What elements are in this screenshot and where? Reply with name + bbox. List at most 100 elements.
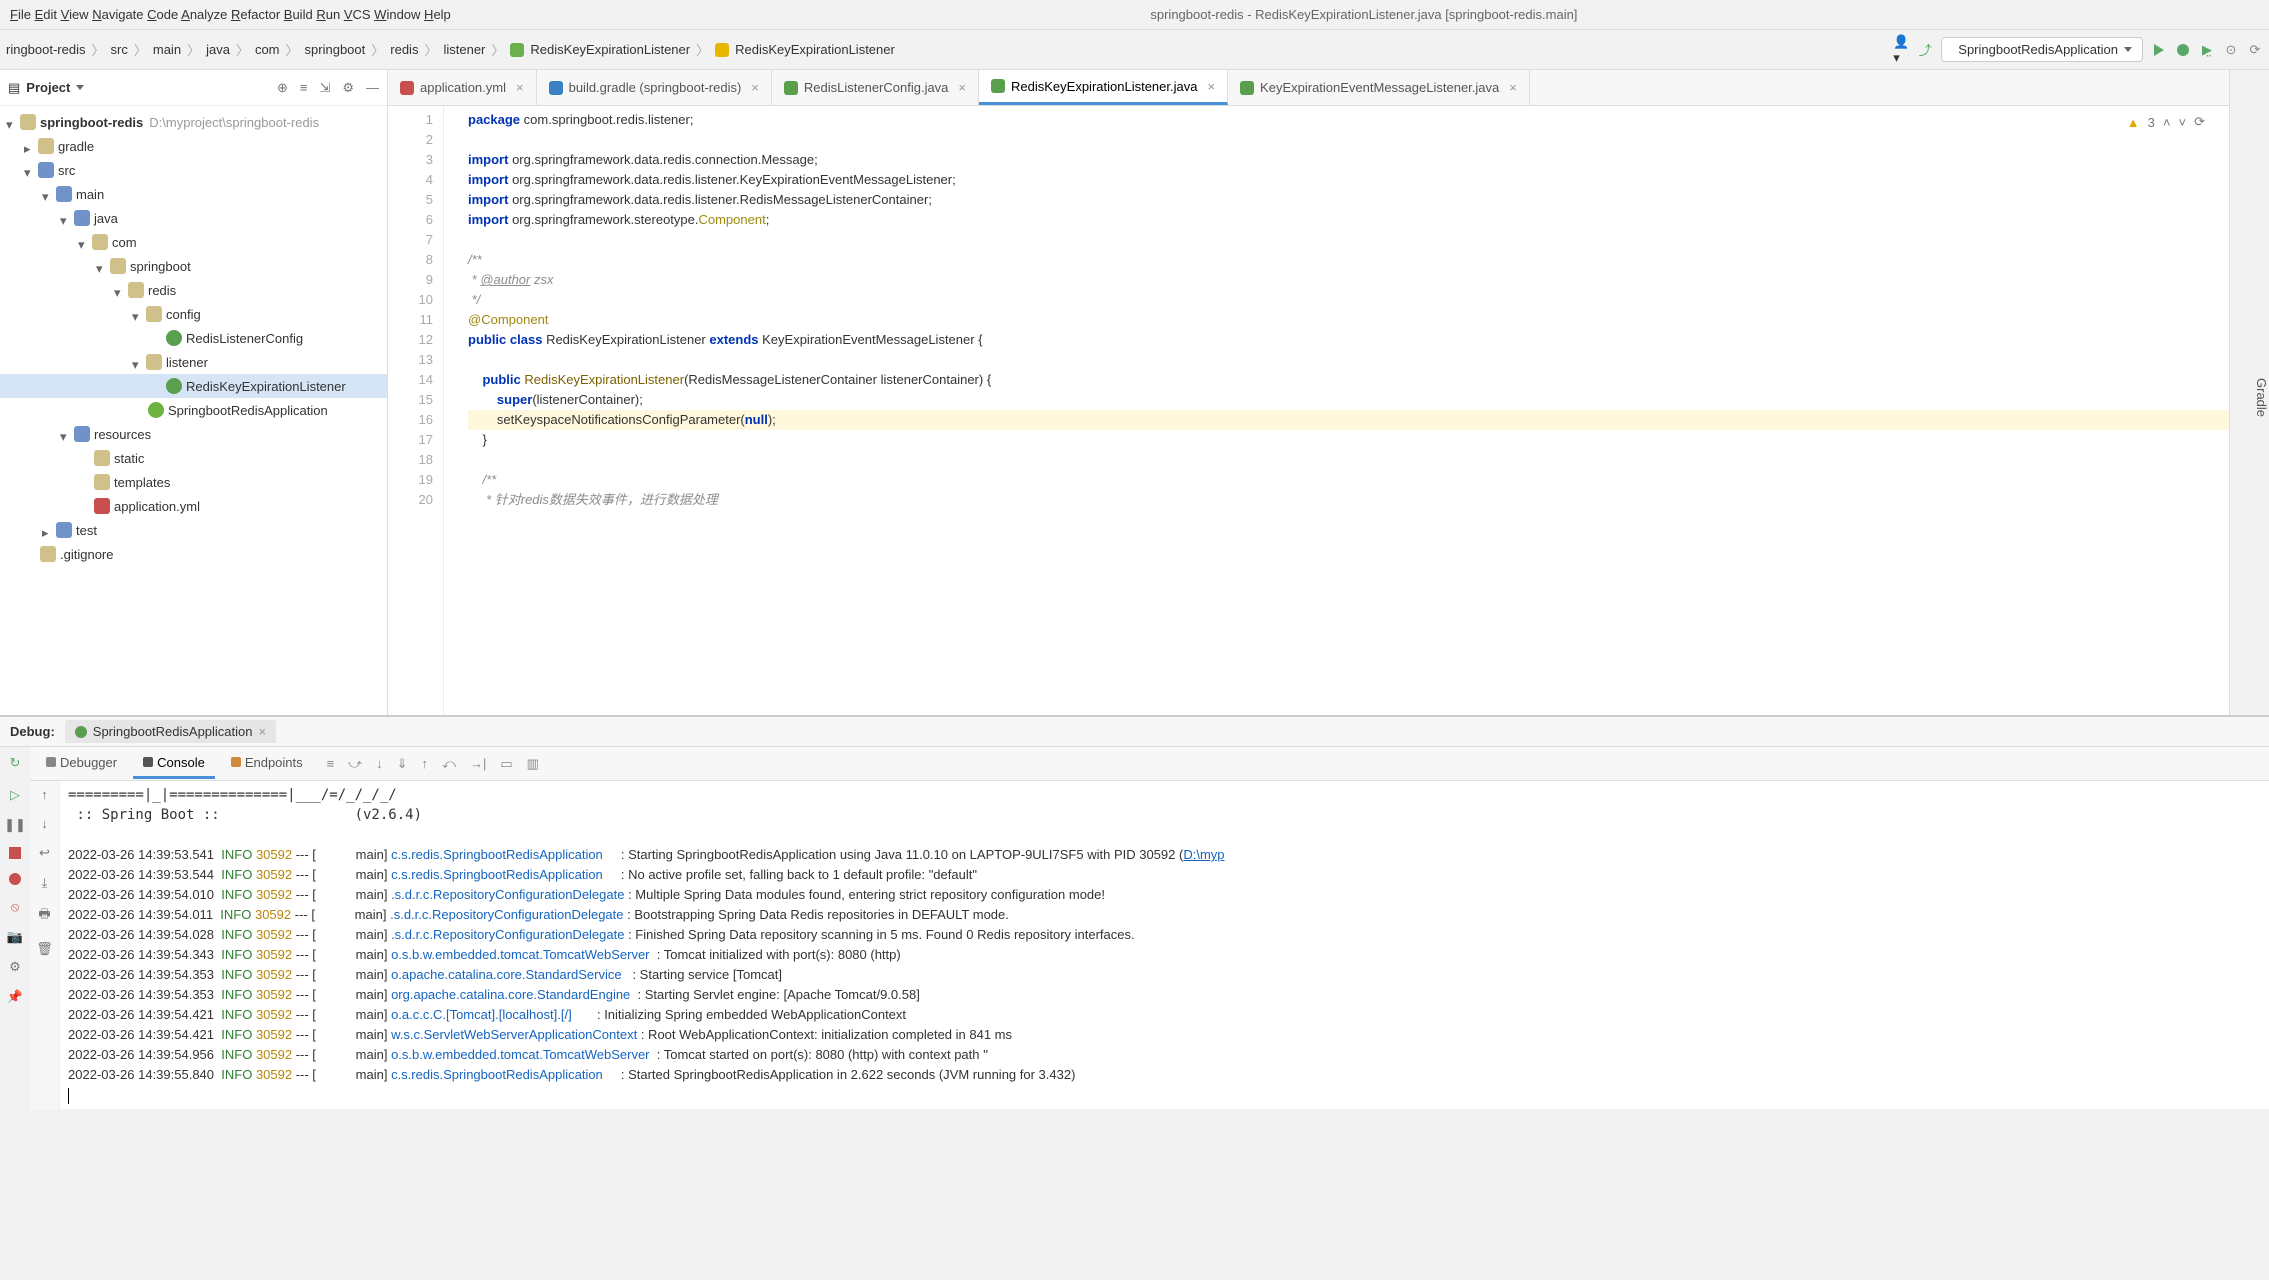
stop-icon[interactable] <box>9 847 21 859</box>
gear-icon[interactable]: ⚙ <box>342 80 354 96</box>
menu-navigate[interactable]: Navigate <box>92 7 143 22</box>
editor-tab[interactable]: RedisListenerConfig.java× <box>772 70 979 105</box>
crumb-part[interactable]: RedisKeyExpirationListener <box>530 42 690 57</box>
crumb-part[interactable]: RedisKeyExpirationListener <box>735 42 895 57</box>
close-icon[interactable]: × <box>1509 80 1517 95</box>
hide-icon[interactable]: — <box>366 80 379 96</box>
breakpoints-icon[interactable] <box>9 873 21 885</box>
crumb-part[interactable]: ringboot-redis <box>6 42 86 57</box>
tree-node[interactable]: listener <box>0 350 387 374</box>
crumb-part[interactable]: java <box>206 42 230 57</box>
up-icon[interactable]: ↑ <box>41 787 48 802</box>
chevron-icon[interactable] <box>114 285 124 295</box>
chevron-icon[interactable] <box>24 165 34 175</box>
chevron-icon[interactable] <box>60 213 70 223</box>
gear-icon[interactable]: ⚙ <box>9 959 21 975</box>
mute-breakpoints-icon[interactable]: ⦸ <box>11 899 19 915</box>
menu-edit[interactable]: Edit <box>35 7 57 22</box>
editor-tab[interactable]: build.gradle (springboot-redis)× <box>537 70 772 105</box>
tree-node[interactable]: redis <box>0 278 387 302</box>
rerun-icon[interactable]: ↻ <box>10 755 21 771</box>
tree-root[interactable]: springboot-redis D:\myproject\springboot… <box>0 110 387 134</box>
close-icon[interactable]: × <box>751 80 759 95</box>
pin-icon[interactable]: 📌 <box>7 989 23 1005</box>
close-icon[interactable]: × <box>516 80 524 95</box>
expand-icon[interactable]: ≡ <box>300 80 308 96</box>
chevron-icon[interactable] <box>96 261 106 271</box>
step-out-icon[interactable]: ↑ <box>422 756 429 772</box>
crumb-part[interactable]: com <box>255 42 280 57</box>
build-icon[interactable]: ⤴ <box>1917 42 1933 58</box>
menu-help[interactable]: Help <box>424 7 451 22</box>
tree-node[interactable]: main <box>0 182 387 206</box>
chevron-down-icon[interactable] <box>76 85 84 90</box>
tree-node[interactable]: templates <box>0 470 387 494</box>
tab-debugger[interactable]: Debugger <box>36 749 127 779</box>
locate-icon[interactable]: ⊕ <box>277 80 288 96</box>
tree-node[interactable]: RedisListenerConfig <box>0 326 387 350</box>
menu-analyze[interactable]: Analyze <box>181 7 227 22</box>
chevron-icon[interactable] <box>60 429 70 439</box>
crumb-part[interactable]: main <box>153 42 181 57</box>
next-highlight-icon[interactable]: ˅ <box>2179 115 2187 130</box>
run-to-cursor-icon[interactable]: →| <box>470 756 486 772</box>
tree-node[interactable]: static <box>0 446 387 470</box>
tree-node[interactable]: com <box>0 230 387 254</box>
print-icon[interactable]: 🖶 <box>38 905 50 927</box>
tab-endpoints[interactable]: Endpoints <box>221 749 313 779</box>
force-step-into-icon[interactable]: ⇓ <box>397 756 408 772</box>
chevron-icon[interactable] <box>132 309 142 319</box>
soft-wrap-icon[interactable]: ↩ <box>39 845 50 861</box>
gutter[interactable]: 1234567891011121314151617181920 <box>388 106 444 715</box>
menu-window[interactable]: Window <box>374 7 420 22</box>
menu-run[interactable]: Run <box>316 7 340 22</box>
tree-node[interactable]: RedisKeyExpirationListener <box>0 374 387 398</box>
crumb-part[interactable]: src <box>111 42 128 57</box>
close-icon[interactable]: × <box>259 724 267 739</box>
tree-node[interactable]: java <box>0 206 387 230</box>
chevron-icon[interactable] <box>24 141 34 151</box>
run-button[interactable] <box>2151 42 2167 58</box>
debug-button[interactable] <box>2175 42 2191 58</box>
console-output[interactable]: =========|_|==============|___/=/_/_/_/ … <box>60 781 2269 1109</box>
crumb-part[interactable]: listener <box>443 42 485 57</box>
chevron-icon[interactable] <box>132 357 142 367</box>
prev-highlight-icon[interactable]: ˄ <box>2163 115 2171 130</box>
tab-console[interactable]: Console <box>133 749 215 779</box>
menu-code[interactable]: Code <box>147 7 178 22</box>
project-header[interactable]: ▤ Project ⊕ ≡ ⇲ ⚙ — <box>0 70 387 106</box>
coverage-button[interactable]: ▶̤ <box>2199 42 2215 58</box>
profile-button[interactable]: ⊙ <box>2223 42 2239 58</box>
collapse-icon[interactable]: ⇲ <box>319 80 330 96</box>
editor-tab[interactable]: RedisKeyExpirationListener.java× <box>979 70 1228 105</box>
chevron-icon[interactable] <box>78 237 88 247</box>
editor-tab[interactable]: KeyExpirationEventMessageListener.java× <box>1228 70 1530 105</box>
scroll-end-icon[interactable]: ⤓ <box>42 875 48 891</box>
tree-node[interactable]: .gitignore <box>0 542 387 566</box>
breadcrumb[interactable]: ringboot-redis〉src〉main〉java〉com〉springb… <box>6 40 895 59</box>
debug-session-tab[interactable]: SpringbootRedisApplication × <box>65 720 276 743</box>
drop-frame-icon[interactable]: ⤺ <box>442 756 456 772</box>
attach-button[interactable]: ⟳ <box>2247 42 2263 58</box>
run-config-selector[interactable]: SpringbootRedisApplication <box>1941 37 2143 62</box>
camera-icon[interactable]: 📷 <box>7 929 23 945</box>
refresh-icon[interactable]: ⟳ <box>2194 114 2205 130</box>
tree-node[interactable]: springboot <box>0 254 387 278</box>
menu-build[interactable]: Build <box>284 7 313 22</box>
crumb-part[interactable]: springboot <box>305 42 366 57</box>
tree-node[interactable]: config <box>0 302 387 326</box>
chevron-icon[interactable] <box>42 525 52 535</box>
close-icon[interactable]: × <box>958 80 966 95</box>
step-into-icon[interactable]: ↓ <box>376 756 383 772</box>
menu-vcs[interactable]: VCS <box>344 7 371 22</box>
evaluate-icon[interactable]: ▭ <box>500 756 512 772</box>
resume-icon[interactable]: ▷ <box>10 787 20 803</box>
down-icon[interactable]: ↓ <box>41 816 48 831</box>
trace-icon[interactable]: ▥ <box>527 756 539 772</box>
pause-icon[interactable]: ❚❚ <box>4 817 26 833</box>
menu-view[interactable]: View <box>61 7 89 22</box>
settings-icon[interactable]: ≡ <box>327 756 335 772</box>
menu-file[interactable]: File <box>10 7 31 22</box>
tree-node[interactable]: application.yml <box>0 494 387 518</box>
editor-tab[interactable]: application.yml× <box>388 70 537 105</box>
